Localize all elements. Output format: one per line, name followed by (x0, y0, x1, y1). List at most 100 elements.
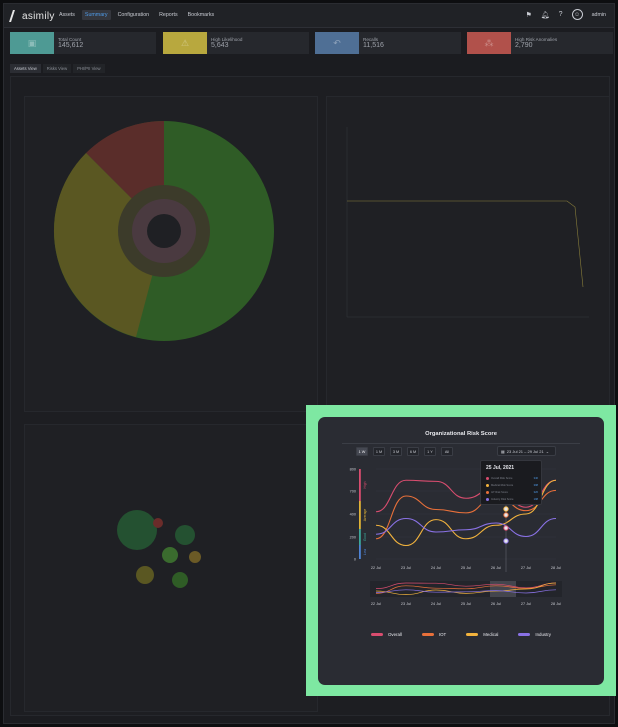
y-tick-label: 0 (354, 557, 356, 561)
series-dot (486, 477, 489, 480)
navigator-tick-label: 27 Jul (521, 602, 531, 606)
x-tick-label: 25 Jul (461, 566, 471, 570)
tab-phi-view[interactable]: PHI/PII View (73, 64, 105, 73)
risk-band-label: High (363, 481, 367, 488)
tooltip-row: Industry Risk Score 198 (486, 498, 538, 501)
x-tick-label: 28 Jul (551, 566, 561, 570)
series-dot (486, 491, 489, 494)
tooltip-value: 346 (533, 477, 538, 480)
top-nav: asimily Assets Summary Configuration Rep… (4, 4, 614, 28)
user-name[interactable]: admin (592, 12, 606, 18)
bubble (172, 572, 188, 588)
risk-band-bar (359, 501, 361, 529)
y-tick-label: 800 (350, 467, 356, 471)
tab-risks-view[interactable]: Risks View (42, 64, 72, 73)
legend-medical[interactable]: Medical (466, 632, 498, 637)
nav-assets[interactable]: Assets (56, 10, 78, 20)
help-icon[interactable]: ? (559, 11, 563, 18)
y-tick-label: 400 (350, 512, 356, 516)
trend-series-line (347, 200, 584, 288)
risk-band-bar (359, 545, 361, 559)
tooltip-row: IoT Risk Score 326 (486, 491, 538, 494)
y-tick-label: 200 (350, 535, 356, 539)
navigator-tick-label: 25 Jul (461, 602, 471, 606)
tooltip-value: 398 (533, 484, 538, 487)
navigator-tick-label: 23 Jul (401, 602, 411, 606)
sunburst-hole (147, 214, 181, 248)
navigator-tick-label: 26 Jul (491, 602, 501, 606)
x-tick-label: 22 Jul (371, 566, 381, 570)
series-dot (486, 484, 489, 487)
x-tick-label: 26 Jul (491, 566, 501, 570)
nav-bookmarks[interactable]: Bookmarks (185, 10, 218, 20)
legend-label: Overall (387, 632, 402, 637)
bubble (162, 547, 178, 563)
series-line-industry (375, 517, 557, 538)
legend-swatch (370, 633, 383, 636)
kpi-anomalies[interactable]: ⁂ High Risk Anomalies 2,790 (467, 32, 613, 54)
legend-label: IOT (438, 632, 447, 637)
nav-configuration[interactable]: Configuration (115, 10, 153, 20)
navigator-tick-label: 28 Jul (551, 602, 561, 606)
navigator-tick-label: 24 Jul (431, 602, 441, 606)
bubble (117, 510, 157, 550)
highlight-frame: Organizational Risk Score 1 W 1 M 3 M 6 … (306, 405, 616, 696)
kpi-high-likelihood[interactable]: ⚠ High Likelihood 5,643 (163, 32, 309, 54)
risk-score-chart: 800 700 400 200 0 High Average Good Low 22 Jul 23 … (350, 467, 562, 606)
bell-icon[interactable]: 🔔︎ (541, 11, 550, 19)
tooltip-row: Medical Risk Score 398 (486, 484, 538, 487)
legend-iot[interactable]: IOT (421, 632, 447, 637)
kpi-value: 2,790 (515, 42, 533, 49)
risk-score-card: Organizational Risk Score 1 W 1 M 3 M 6 … (318, 417, 604, 685)
kpi-recalls[interactable]: ↶ Recalls 11,516 (315, 32, 461, 54)
devices-icon: ▣ (10, 32, 54, 54)
hover-marker (503, 506, 509, 512)
y-tick-label: 700 (350, 489, 356, 493)
risk-band-label: Good (363, 533, 367, 541)
tooltip-label: Overall Risk Score (491, 477, 513, 480)
bubble (153, 518, 163, 528)
view-tabs: Assets View Risks View PHI/PII View (10, 64, 105, 73)
nav-reports[interactable]: Reports (156, 10, 181, 20)
bubble (175, 525, 195, 545)
hover-marker (503, 512, 509, 518)
tooltip-label: Industry Risk Score (491, 498, 514, 501)
bubble (189, 551, 201, 563)
hover-marker (503, 538, 509, 544)
bubble-chart (117, 510, 201, 588)
legend-label: Industry (535, 632, 551, 637)
legend-label: Medical (483, 632, 499, 637)
tooltip-date: 25 Jul, 2021 (486, 465, 515, 471)
legend-swatch (518, 633, 531, 636)
kpi-value: 145,612 (58, 42, 84, 49)
legend-industry[interactable]: Industry (518, 632, 551, 637)
risk-band-bar (359, 469, 361, 501)
tooltip-row: Overall Risk Score 346 (486, 477, 538, 480)
legend-swatch (466, 633, 479, 636)
x-tick-label: 27 Jul (521, 566, 531, 570)
undo-icon: ↶ (315, 32, 359, 54)
navigator-handle (490, 581, 516, 597)
sunburst-chart (53, 120, 274, 341)
x-tick-label: 24 Jul (431, 566, 441, 570)
top-icons: ⚑ 🔔︎ ? ☺ admin (525, 9, 606, 20)
nav-summary[interactable]: Summary (81, 10, 111, 20)
chart-tooltip: 25 Jul, 2021 Overall Risk Score 346 Medi… (480, 460, 542, 505)
sunburst-panel (24, 96, 318, 412)
flag-icon[interactable]: ⚑ (525, 11, 531, 19)
legend-overall[interactable]: Overall (370, 632, 402, 637)
trend-line-chart (346, 127, 589, 318)
hover-marker (503, 525, 509, 531)
kpi-value: 5,643 (211, 42, 229, 49)
bubble (136, 566, 154, 584)
app-window: asimily Assets Summary Configuration Rep… (3, 3, 616, 724)
bubble-panel (24, 424, 318, 712)
logo[interactable]: asimily (9, 9, 55, 23)
x-tick-label: 23 Jul (401, 566, 411, 570)
legend-swatch (421, 633, 434, 636)
risk-band-label: Average (363, 509, 367, 522)
user-avatar-icon[interactable]: ☺ (571, 9, 583, 20)
tab-assets-view[interactable]: Assets View (10, 64, 41, 73)
kpi-total-count[interactable]: ▣ Total Count 145,612 (10, 32, 156, 54)
anomaly-icon: ⁂ (467, 32, 511, 54)
